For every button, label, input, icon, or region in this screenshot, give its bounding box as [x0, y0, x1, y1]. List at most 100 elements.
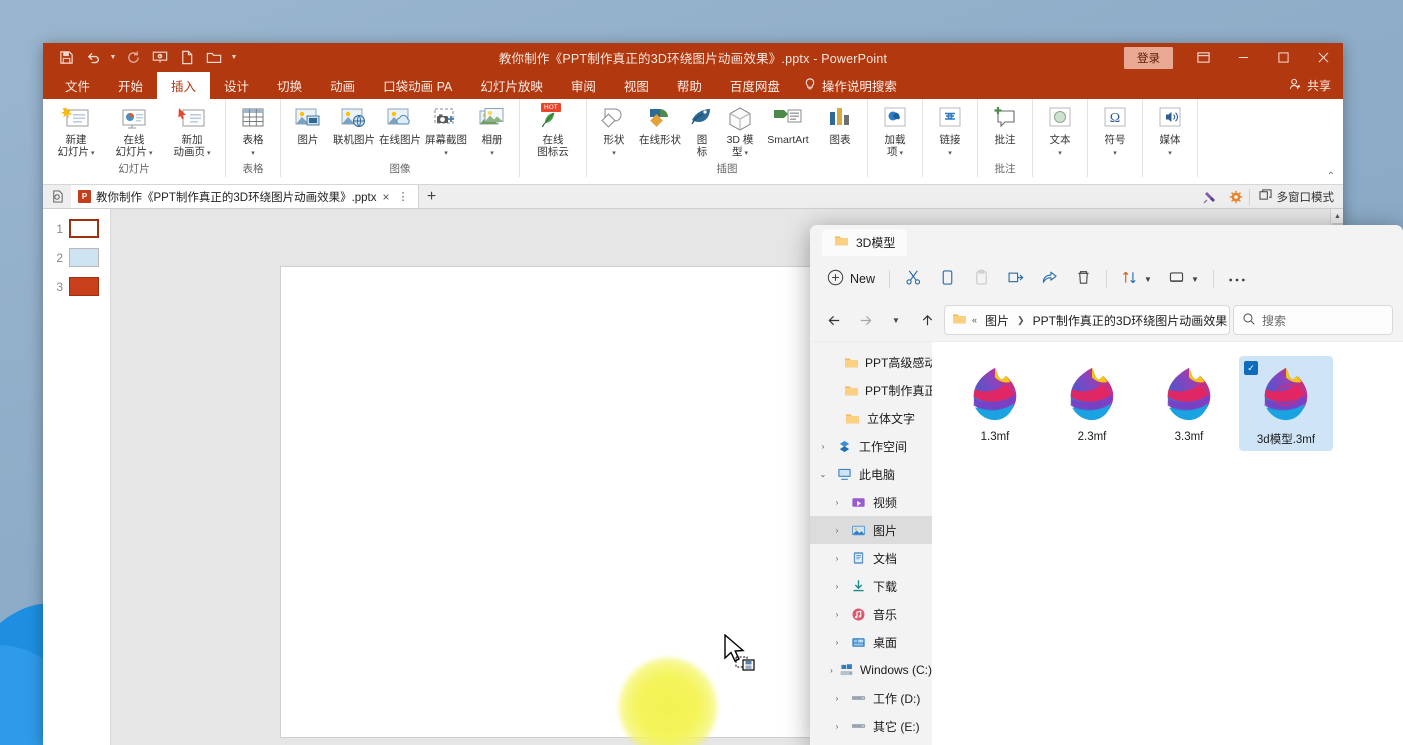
chevron-right-icon[interactable]: ›: [830, 610, 844, 619]
nav-item-this-pc[interactable]: ⌄ 此电脑: [810, 460, 932, 488]
undo-icon[interactable]: [80, 46, 106, 70]
nav-item-documents[interactable]: › 文档: [810, 544, 932, 572]
tab-sheji[interactable]: 设计: [210, 72, 263, 99]
document-list-icon[interactable]: [43, 185, 71, 208]
undo-dropdown-icon[interactable]: ▼: [107, 46, 119, 70]
new-slide-button[interactable]: 新建 幻灯片 ▾: [47, 102, 105, 159]
minimize-icon[interactable]: [1223, 43, 1263, 72]
current-slide[interactable]: [281, 267, 841, 745]
online-slide-button[interactable]: 在线 幻灯片 ▾: [105, 102, 163, 159]
nav-item-workspace[interactable]: › 工作空间: [810, 432, 932, 460]
nav-item-desktop[interactable]: › 桌面: [810, 628, 932, 656]
chevron-right-icon[interactable]: ›: [830, 666, 833, 675]
present-icon[interactable]: [147, 46, 173, 70]
slide-thumbnail-3[interactable]: 3: [43, 277, 110, 296]
yellow-glow-shape[interactable]: [618, 657, 718, 745]
slide-thumbnail-1[interactable]: 1: [43, 219, 110, 238]
more-button[interactable]: [1221, 264, 1253, 294]
photo-album-button[interactable]: 相册 ▾: [469, 102, 515, 159]
nav-item-ppt-project[interactable]: PPT制作真正的: [810, 376, 932, 404]
text-button[interactable]: 文本 ▾: [1037, 102, 1083, 159]
delete-button[interactable]: [1067, 264, 1099, 294]
tell-me-search[interactable]: 操作说明搜索: [794, 72, 907, 99]
up-button[interactable]: [913, 306, 941, 334]
back-button[interactable]: [820, 306, 848, 334]
share-button[interactable]: [1033, 264, 1065, 294]
chevron-right-icon[interactable]: ›: [830, 722, 844, 731]
tab-menu-icon[interactable]: ⋮: [396, 190, 411, 203]
redo-icon[interactable]: [120, 46, 146, 70]
nav-item-work-d[interactable]: › 工作 (D:): [810, 684, 932, 712]
tab-bangzhu[interactable]: 帮助: [663, 72, 716, 99]
tab-koudai-pa[interactable]: 口袋动画 PA: [369, 72, 466, 99]
rename-button[interactable]: [999, 264, 1031, 294]
save-icon[interactable]: [53, 46, 79, 70]
online-icon-cloud-button[interactable]: HOT 在线 图标云: [524, 102, 582, 158]
file-item[interactable]: 1.3mf: [948, 356, 1042, 451]
chevron-right-icon[interactable]: ›: [830, 554, 844, 563]
breadcrumb-item-project[interactable]: PPT制作真正的3D环绕图片动画效果: [1030, 311, 1231, 330]
close-icon[interactable]: [1303, 43, 1343, 72]
recent-locations-button[interactable]: ▼: [882, 306, 910, 334]
chevron-right-icon[interactable]: ›: [830, 638, 844, 647]
pin-tools-icon[interactable]: [1197, 190, 1223, 204]
explorer-tab[interactable]: 3D模型: [822, 228, 908, 256]
nav-item-windows-c[interactable]: › Windows (C:): [810, 656, 932, 684]
tab-qiehuan[interactable]: 切换: [263, 72, 316, 99]
nav-item-ppt-gaojigan[interactable]: PPT高级感动画: [810, 348, 932, 376]
nav-item-litiwenzi[interactable]: 立体文字: [810, 404, 932, 432]
chevron-right-icon[interactable]: ›: [830, 498, 844, 507]
breadcrumb-item-pictures[interactable]: 图片: [982, 311, 1012, 330]
share-button[interactable]: 共享: [1289, 77, 1331, 94]
nav-item-music[interactable]: › 音乐: [810, 600, 932, 628]
forward-button[interactable]: [851, 306, 879, 334]
new-button[interactable]: New: [820, 264, 882, 294]
view-button[interactable]: ▼: [1161, 264, 1206, 294]
table-button[interactable]: 表格 ▾: [230, 102, 276, 159]
nav-item-other-e[interactable]: › 其它 (E:): [810, 712, 932, 740]
breadcrumb-overflow[interactable]: «: [972, 315, 977, 325]
copy-button[interactable]: [931, 264, 963, 294]
explorer-file-list[interactable]: 1.3mf 2.3mf 3.3mf ✓ 3d模型.3mf: [932, 342, 1403, 745]
file-item[interactable]: ✓ 3d模型.3mf: [1239, 356, 1333, 451]
address-breadcrumb-bar[interactable]: « 图片 ❯ PPT制作真正的3D环绕图片动画效果 ❯ 3D模型 ▼: [944, 305, 1325, 335]
online-shapes-button[interactable]: 在线形状: [637, 102, 683, 147]
slide-thumbnail-2[interactable]: 2: [43, 248, 110, 267]
multi-window-mode-button[interactable]: 多窗口模式: [1248, 188, 1344, 205]
customize-qat-icon[interactable]: ▼: [228, 46, 240, 70]
file-item[interactable]: 2.3mf: [1045, 356, 1139, 451]
tab-huandengpian-fangying[interactable]: 幻灯片放映: [466, 72, 557, 99]
smartart-button[interactable]: SmartArt: [759, 102, 817, 147]
selected-checkbox[interactable]: ✓: [1244, 361, 1258, 375]
chevron-down-icon[interactable]: ⌄: [816, 470, 830, 479]
ribbon-display-options-icon[interactable]: [1183, 43, 1223, 72]
symbol-button[interactable]: Ω 符号 ▾: [1092, 102, 1138, 159]
tab-donghua[interactable]: 动画: [316, 72, 369, 99]
nav-item-downloads[interactable]: › 下载: [810, 572, 932, 600]
add-animation-page-button[interactable]: 新加 动画页 ▾: [163, 102, 221, 159]
file-item[interactable]: 3.3mf: [1142, 356, 1236, 451]
document-tab[interactable]: P 教你制作《PPT制作真正的3D环绕图片动画效果》.pptx × ⋮: [71, 185, 419, 208]
picture-button[interactable]: 图片: [285, 102, 331, 147]
paste-button[interactable]: [965, 264, 997, 294]
3d-model-button[interactable]: 3D 模 型 ▾: [721, 102, 759, 159]
tab-kaishi[interactable]: 开始: [104, 72, 157, 99]
maximize-icon[interactable]: [1263, 43, 1303, 72]
chart-button[interactable]: 图表: [817, 102, 863, 147]
cut-button[interactable]: [897, 264, 929, 294]
chevron-down-icon[interactable]: ▼: [1191, 275, 1199, 284]
open-folder-icon[interactable]: [201, 46, 227, 70]
search-input[interactable]: 搜索: [1233, 305, 1393, 335]
chevron-right-icon[interactable]: ›: [830, 526, 844, 535]
sort-button[interactable]: ▼: [1114, 264, 1159, 294]
new-tab-button[interactable]: +: [419, 185, 445, 208]
chevron-right-icon[interactable]: ›: [830, 582, 844, 591]
comment-button[interactable]: 批注: [982, 102, 1028, 147]
tab-wenjian[interactable]: 文件: [51, 72, 104, 99]
login-button[interactable]: 登录: [1124, 46, 1173, 69]
nav-item-pictures[interactable]: › 图片: [810, 516, 932, 544]
link-button[interactable]: 链接 ▾: [927, 102, 973, 159]
chevron-right-icon[interactable]: ›: [816, 442, 830, 451]
scroll-up-icon[interactable]: ▲: [1331, 209, 1343, 223]
tab-baidu-wangpan[interactable]: 百度网盘: [716, 72, 794, 99]
